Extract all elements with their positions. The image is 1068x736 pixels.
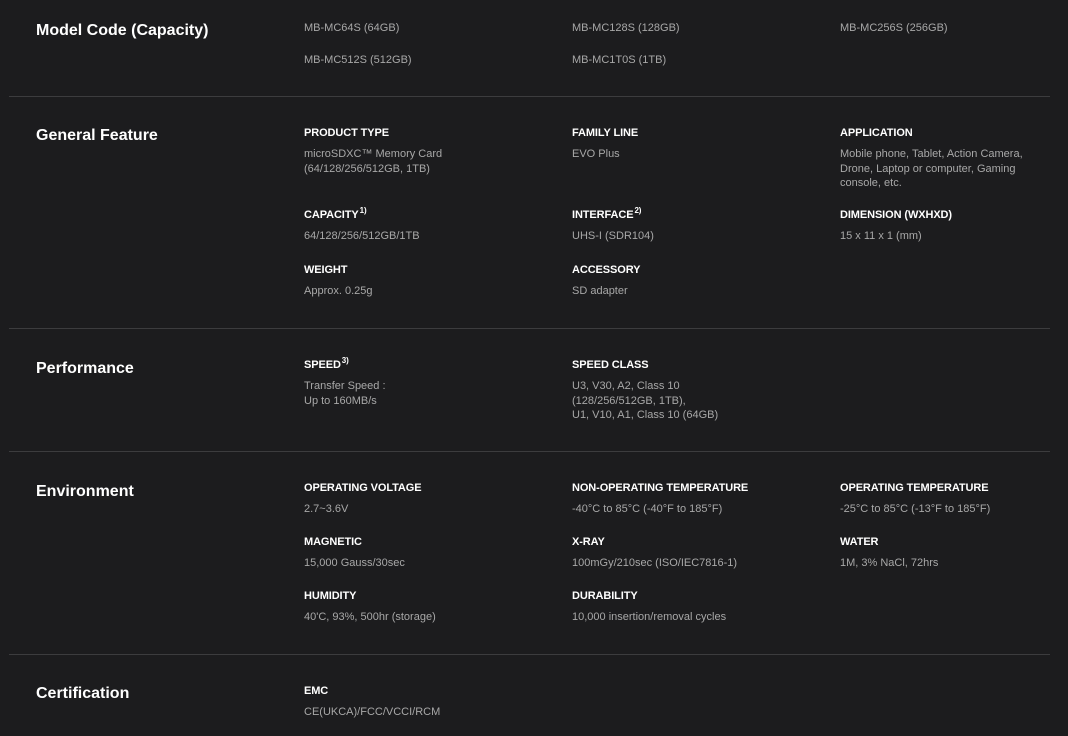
environment-title: Environment bbox=[36, 483, 134, 500]
spec-value: SD adapter bbox=[572, 285, 628, 297]
spec-label: MAGNETIC bbox=[304, 536, 362, 548]
spec-value: 64/128/256/512GB/1TB bbox=[304, 230, 420, 242]
spec-label: OPERATING TEMPERATURE bbox=[840, 482, 989, 494]
spec-label: X-RAY bbox=[572, 536, 605, 548]
spec-emc: EMC CE(UKCA)/FCC/VCCI/RCM bbox=[304, 684, 494, 720]
spec-x-ray: X-RAY 100mGy/210sec (ISO/IEC7816-1) bbox=[572, 535, 792, 571]
spec-label: EMC bbox=[304, 685, 329, 697]
model-128gb: MB-MC128S (128GB) bbox=[572, 22, 680, 34]
spec-label-text: CAPACITY bbox=[304, 209, 359, 221]
spec-value: 2.7~3.6V bbox=[304, 503, 349, 515]
model-512gb: MB-MC512S (512GB) bbox=[304, 54, 412, 66]
spec-value: -25°C to 85°C (-13°F to 185°F) bbox=[840, 503, 991, 515]
spec-weight: WEIGHT Approx. 0.25g bbox=[304, 263, 494, 299]
model-code-section: Model Code (Capacity) MB-MC64S (64GB) MB… bbox=[9, 0, 1050, 97]
spec-label: HUMIDITY bbox=[304, 590, 357, 602]
spec-value: CE(UKCA)/FCC/VCCI/RCM bbox=[304, 706, 441, 718]
spec-value: UHS-I (SDR104) bbox=[572, 230, 654, 242]
spec-durability: DURABILITY 10,000 insertion/removal cycl… bbox=[572, 589, 792, 625]
spec-label: DIMENSION (WXHXD) bbox=[840, 209, 952, 221]
spec-operating-voltage: OPERATING VOLTAGE 2.7~3.6V bbox=[304, 481, 494, 517]
performance-title: Performance bbox=[36, 360, 134, 377]
spec-value: microSDXC™ Memory Card (64/128/256/512GB… bbox=[304, 148, 443, 175]
spec-value: 100mGy/210sec (ISO/IEC7816-1) bbox=[572, 557, 738, 569]
spec-value: 15 x 11 x 1 (mm) bbox=[840, 230, 922, 242]
model-64gb: MB-MC64S (64GB) bbox=[304, 22, 400, 34]
spec-label: INTERFACE2) bbox=[572, 206, 762, 222]
footnote-marker: 3) bbox=[341, 356, 349, 365]
spec-speed: SPEED3) Transfer Speed : Up to 160MB/s bbox=[304, 356, 494, 408]
spec-label-text: SPEED bbox=[304, 359, 341, 371]
spec-water: WATER 1M, 3% NaCl, 72hrs bbox=[840, 535, 1030, 571]
spec-label: WATER bbox=[840, 536, 879, 548]
model-256gb: MB-MC256S (256GB) bbox=[840, 22, 948, 34]
spec-product-type: PRODUCT TYPE microSDXC™ Memory Card (64/… bbox=[304, 126, 494, 176]
spec-label: DURABILITY bbox=[572, 590, 638, 602]
general-feature-title: General Feature bbox=[36, 127, 158, 144]
spec-label: NON-OPERATING TEMPERATURE bbox=[572, 482, 749, 494]
spec-label: ACCESSORY bbox=[572, 264, 641, 276]
spec-capacity: CAPACITY1) 64/128/256/512GB/1TB bbox=[304, 206, 494, 244]
spec-dimension: DIMENSION (WXHXD) 15 x 11 x 1 (mm) bbox=[840, 208, 1030, 244]
spec-label: PRODUCT TYPE bbox=[304, 127, 389, 139]
spec-humidity: HUMIDITY 40'C, 93%, 500hr (storage) bbox=[304, 589, 494, 625]
spec-value: 1M, 3% NaCl, 72hrs bbox=[840, 557, 939, 569]
spec-value: 40'C, 93%, 500hr (storage) bbox=[304, 611, 436, 623]
spec-label: SPEED3) bbox=[304, 356, 494, 372]
spec-value: Transfer Speed : Up to 160MB/s bbox=[304, 380, 386, 407]
spec-value: Mobile phone, Tablet, Action Camera, Dro… bbox=[840, 148, 1023, 189]
model-1tb: MB-MC1T0S (1TB) bbox=[572, 54, 667, 66]
spec-operating-temperature: OPERATING TEMPERATURE -25°C to 85°C (-13… bbox=[840, 481, 1040, 517]
performance-section: Performance SPEED3) Transfer Speed : Up … bbox=[9, 329, 1050, 452]
spec-value: 15,000 Gauss/30sec bbox=[304, 557, 405, 569]
general-feature-section: General Feature PRODUCT TYPE microSDXC™ … bbox=[9, 97, 1050, 329]
spec-label: CAPACITY1) bbox=[304, 206, 494, 222]
spec-label-text: INTERFACE bbox=[572, 209, 634, 221]
spec-label: WEIGHT bbox=[304, 264, 348, 276]
certification-title: Certification bbox=[36, 685, 130, 702]
footnote-marker: 2) bbox=[634, 206, 642, 215]
spec-accessory: ACCESSORY SD adapter bbox=[572, 263, 762, 299]
footnote-marker: 1) bbox=[359, 206, 367, 215]
spec-interface: INTERFACE2) UHS-I (SDR104) bbox=[572, 206, 762, 244]
spec-value: -40°C to 85°C (-40°F to 185°F) bbox=[572, 503, 723, 515]
spec-label: FAMILY LINE bbox=[572, 127, 639, 139]
spec-family-line: FAMILY LINE EVO Plus bbox=[572, 126, 762, 162]
model-code-title: Model Code (Capacity) bbox=[36, 22, 209, 39]
spec-non-operating-temperature: NON-OPERATING TEMPERATURE -40°C to 85°C … bbox=[572, 481, 792, 517]
spec-label: SPEED CLASS bbox=[572, 359, 649, 371]
spec-application: APPLICATION Mobile phone, Tablet, Action… bbox=[840, 126, 1040, 191]
environment-section: Environment OPERATING VOLTAGE 2.7~3.6V N… bbox=[9, 452, 1050, 655]
spec-value: EVO Plus bbox=[572, 148, 620, 160]
spec-value: U3, V30, A2, Class 10 (128/256/512GB, 1T… bbox=[572, 380, 719, 421]
spec-label: OPERATING VOLTAGE bbox=[304, 482, 422, 494]
certification-section: Certification EMC CE(UKCA)/FCC/VCCI/RCM bbox=[9, 655, 1050, 736]
spec-label: APPLICATION bbox=[840, 127, 913, 139]
spec-value: 10,000 insertion/removal cycles bbox=[572, 611, 727, 623]
spec-speed-class: SPEED CLASS U3, V30, A2, Class 10 (128/2… bbox=[572, 358, 762, 423]
spec-magnetic: MAGNETIC 15,000 Gauss/30sec bbox=[304, 535, 494, 571]
spec-value: Approx. 0.25g bbox=[304, 285, 373, 297]
